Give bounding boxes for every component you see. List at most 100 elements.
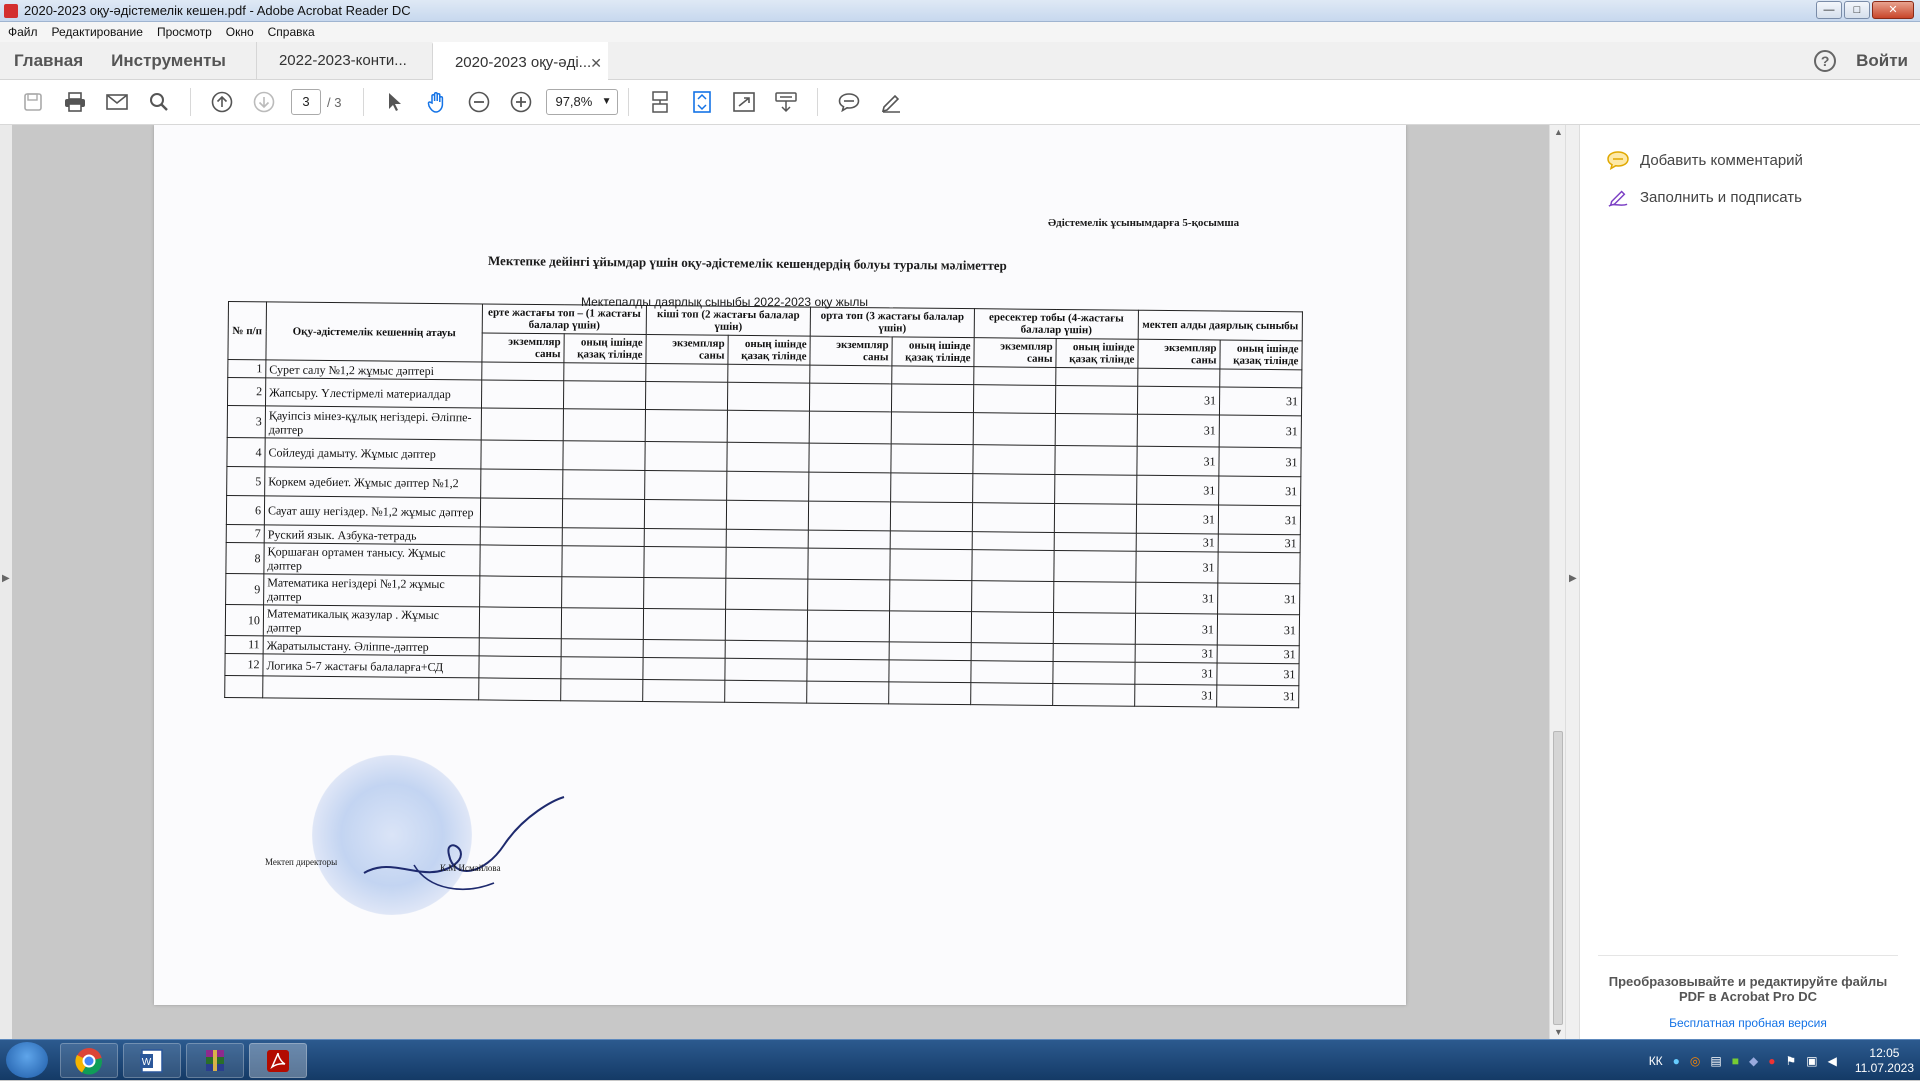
right-panel-handle[interactable]: ▶ — [1566, 125, 1580, 1039]
warning-icon[interactable]: ● — [1768, 1054, 1775, 1068]
comment-icon[interactable] — [837, 90, 861, 114]
empty-cell — [643, 608, 726, 641]
empty-cell — [1054, 532, 1137, 552]
signin-button[interactable]: Войти — [1856, 51, 1908, 71]
zoom-in-icon[interactable] — [509, 90, 533, 114]
row-name: Қауіпсіз мінез-құлық негіздері. Әліппе-д… — [265, 405, 482, 440]
sign-icon[interactable] — [879, 90, 903, 114]
chevron-right-icon: ▶ — [1569, 573, 1577, 584]
empty-cell — [972, 444, 1056, 475]
antivirus-icon[interactable]: ◎ — [1690, 1054, 1700, 1068]
mail-icon[interactable] — [105, 90, 129, 114]
printer-icon[interactable]: ▤ — [1710, 1054, 1721, 1068]
scroll-down-icon[interactable]: ▼ — [1554, 1027, 1563, 1037]
location-icon[interactable]: ● — [1673, 1054, 1680, 1068]
system-clock[interactable]: 12:05 11.07.2023 — [1855, 1046, 1914, 1076]
hand-tool-icon[interactable] — [425, 90, 449, 114]
count-cell: 31 — [1137, 414, 1220, 448]
flag-icon[interactable]: ⚑ — [1785, 1054, 1796, 1068]
zoom-out-icon[interactable] — [467, 90, 491, 114]
nav-home[interactable]: Главная — [0, 42, 97, 79]
row-number: 3 — [227, 405, 266, 438]
fit-page-icon[interactable] — [690, 90, 714, 114]
count-cell: 31 — [1137, 386, 1220, 416]
maximize-button[interactable]: □ — [1844, 1, 1870, 19]
chrome-taskbar-icon[interactable] — [60, 1043, 118, 1078]
row-name: Сурет салу №1,2 жұмыс дәптері — [265, 359, 482, 380]
start-button[interactable] — [6, 1042, 48, 1078]
menu-window[interactable]: Окно — [226, 25, 254, 39]
add-comment-tool[interactable]: Добавить комментарий — [1606, 150, 1803, 170]
full-screen-icon[interactable] — [732, 90, 756, 114]
row-name: Логика 5-7 жастағы балаларға+СД — [262, 653, 480, 678]
empty-cell — [561, 638, 644, 658]
count-cell: 31 — [1135, 551, 1219, 584]
language-indicator[interactable]: КК — [1649, 1054, 1663, 1068]
word-taskbar-icon[interactable]: W — [123, 1043, 181, 1078]
empty-cell — [725, 547, 809, 580]
kazakh-count-cell: 31 — [1219, 415, 1302, 448]
empty-cell — [1053, 612, 1136, 645]
empty-cell — [809, 365, 892, 384]
empty-cell — [479, 606, 562, 639]
empty-cell — [479, 637, 562, 657]
search-icon[interactable] — [147, 90, 171, 114]
empty-cell — [807, 548, 891, 580]
scroll-mode-icon[interactable] — [648, 90, 672, 114]
row-number: 6 — [226, 495, 265, 525]
help-icon[interactable]: ? — [1814, 49, 1837, 72]
free-trial-link[interactable]: Бесплатная пробная версия — [1598, 1016, 1898, 1030]
toolbar-divider — [628, 88, 630, 116]
toolbar-divider — [363, 88, 365, 116]
select-cursor-icon[interactable] — [383, 90, 407, 114]
sub-header-count: экземпляр саны — [481, 332, 565, 363]
menu-help[interactable]: Справка — [268, 25, 315, 39]
tab-document-2[interactable]: 2020-2023 оқу-әді... ✕ — [431, 42, 608, 82]
pdf-page: Әдістемелік ұсынымдарға 5-қосымша Мектеп… — [154, 125, 1406, 1005]
volume-icon[interactable]: ◀ — [1828, 1054, 1837, 1068]
tab-close-icon[interactable]: ✕ — [590, 44, 602, 82]
signature-name: К.М Исмайлова — [440, 863, 501, 873]
menu-edit[interactable]: Редактирование — [52, 25, 143, 39]
page-number-input[interactable]: 3 — [291, 89, 321, 115]
col-header-group-4: ересектер тобы (4-жастағы балалар үшін) — [974, 308, 1139, 340]
nav-tools[interactable]: Инструменты — [97, 42, 240, 79]
empty-cell — [973, 366, 1056, 386]
toolbar-divider — [817, 88, 819, 116]
zoom-level-dropdown[interactable]: 97,8% ▼ — [546, 89, 619, 115]
empty-cell — [808, 501, 891, 531]
network-icon[interactable]: ▣ — [1806, 1054, 1817, 1068]
empty-cell — [808, 530, 891, 549]
empty-cell — [1052, 683, 1135, 707]
tab-document-1[interactable]: 2022-2023-конти... — [255, 42, 432, 80]
empty-cell — [478, 677, 561, 701]
read-mode-icon[interactable] — [774, 90, 798, 114]
acrobat-taskbar-icon[interactable] — [249, 1043, 307, 1078]
empty-cell — [807, 579, 890, 611]
menu-view[interactable]: Просмотр — [157, 25, 212, 39]
minimize-button[interactable]: — — [1816, 1, 1842, 19]
scrollbar-thumb[interactable] — [1553, 731, 1563, 1025]
kazakh-count-cell: 31 — [1217, 614, 1300, 646]
empty-cell — [726, 529, 809, 549]
kazakh-count-cell: 31 — [1218, 447, 1302, 477]
count-cell: 31 — [1136, 504, 1219, 535]
save-icon[interactable] — [21, 90, 45, 114]
left-panel-handle[interactable]: ▶ — [0, 125, 12, 1039]
previous-page-icon[interactable] — [210, 90, 234, 114]
winrar-taskbar-icon[interactable] — [186, 1043, 244, 1078]
document-viewer[interactable]: ▶ Әдістемелік ұсынымдарға 5-қосымша Мект… — [0, 125, 1565, 1039]
close-window-button[interactable]: ✕ — [1872, 1, 1914, 19]
empty-cell — [644, 528, 727, 548]
empty-cell — [971, 580, 1054, 613]
acrobat-app-icon — [4, 3, 18, 18]
print-icon[interactable] — [63, 90, 87, 114]
vertical-scrollbar[interactable]: ▲ ▼ — [1549, 125, 1565, 1039]
next-page-icon[interactable] — [252, 90, 276, 114]
scroll-up-icon[interactable]: ▲ — [1554, 127, 1563, 137]
menu-file[interactable]: Файл — [8, 25, 38, 39]
fill-sign-tool[interactable]: Заполнить и подписать — [1606, 187, 1802, 207]
security-icon[interactable]: ◆ — [1749, 1054, 1758, 1068]
count-cell: 31 — [1134, 684, 1217, 708]
nvidia-icon[interactable]: ■ — [1732, 1054, 1739, 1068]
